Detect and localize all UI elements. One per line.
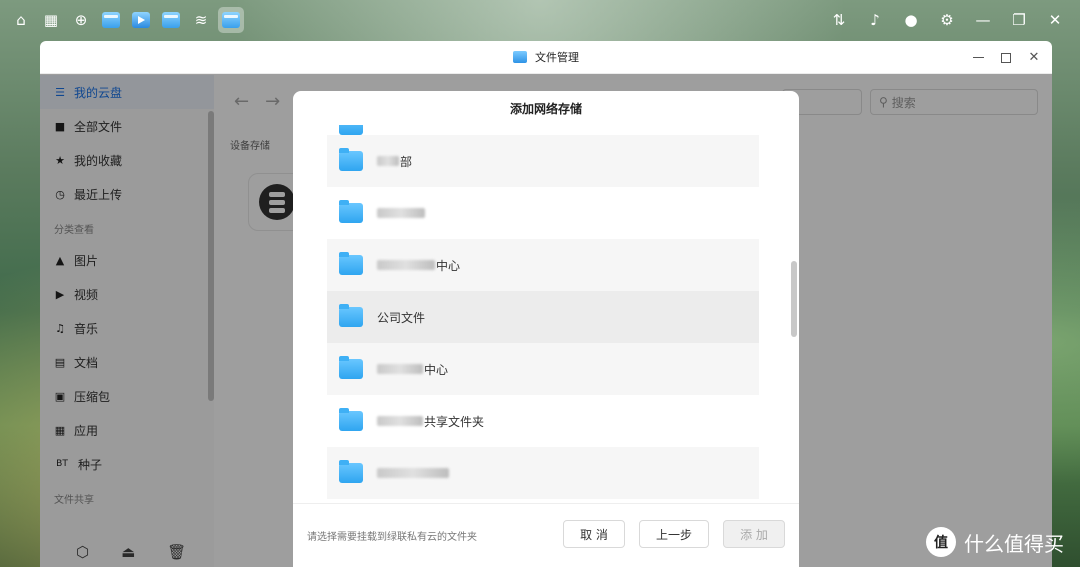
user-icon[interactable]: ● — [898, 7, 924, 33]
folder-icon — [339, 408, 363, 431]
video-app-icon[interactable] — [128, 7, 154, 33]
file-manager-icon — [513, 51, 527, 63]
dialog-title: 添加网络存储 — [509, 101, 582, 116]
close-desktop-icon[interactable]: ✕ — [1042, 7, 1068, 33]
folder-icon — [339, 460, 363, 483]
globe-icon[interactable]: ⊕ — [68, 7, 94, 33]
folder-row[interactable] — [327, 447, 759, 499]
taskbar: ⌂ ▦ ⊕ ≋ ⇅ ♪ ● ⚙ — ❐ ✕ — [0, 0, 1080, 40]
window-titlebar[interactable]: 文件管理 ✕ — [40, 41, 1052, 74]
folder-name: 中心 — [436, 258, 461, 273]
folder-row[interactable]: 中心 — [327, 343, 759, 395]
folder-icon — [339, 200, 363, 223]
folder-icon — [339, 148, 363, 171]
minimize-desktop-icon[interactable]: — — [970, 7, 996, 33]
wifi-app-icon[interactable]: ≋ — [188, 7, 214, 33]
dialog-footer: 请选择需要挂载到绿联私有云的文件夹 取 消 上一步 添 加 — [293, 503, 799, 567]
folder-list: 部 中心 公司文件 中心 共享文件夹 — [327, 125, 759, 505]
folder-row[interactable]: 部 — [327, 135, 759, 187]
folder-row[interactable]: 共享文件夹 — [327, 395, 759, 447]
folder-name: 部 — [400, 154, 413, 169]
minimize-button[interactable] — [972, 52, 984, 64]
file-app-icon[interactable] — [158, 7, 184, 33]
watermark-logo: 值 — [926, 527, 956, 557]
maximize-button[interactable] — [1000, 52, 1012, 64]
add-button[interactable]: 添 加 — [723, 520, 785, 548]
cancel-button[interactable]: 取 消 — [563, 520, 625, 548]
add-network-storage-dialog: 添加网络存储 部 中心 公司文件 中心 共享文件夹 请选择需要挂载到绿联私有云的… — [293, 91, 799, 567]
dialog-hint: 请选择需要挂载到绿联私有云的文件夹 — [307, 532, 477, 543]
home-icon[interactable]: ⌂ — [8, 7, 34, 33]
folder-row[interactable]: 公司文件 — [327, 291, 759, 343]
folder-name: 共享文件夹 — [424, 414, 485, 429]
folder-icon — [339, 356, 363, 379]
folder-row[interactable] — [327, 187, 759, 239]
folder-icon — [339, 125, 363, 135]
folder-name: 中心 — [424, 362, 449, 377]
restore-desktop-icon[interactable]: ❐ — [1006, 7, 1032, 33]
window-title: 文件管理 — [535, 51, 579, 64]
folder-icon — [339, 304, 363, 327]
watermark: 值 什么值得买 — [926, 527, 1064, 557]
watermark-text: 什么值得买 — [964, 531, 1064, 556]
close-button[interactable]: ✕ — [1028, 50, 1040, 65]
apps-grid-icon[interactable]: ▦ — [38, 7, 64, 33]
dialog-scrollbar[interactable] — [791, 261, 797, 337]
previous-step-button[interactable]: 上一步 — [639, 520, 709, 548]
folder-icon — [339, 252, 363, 275]
file-app-icon[interactable] — [98, 7, 124, 33]
folder-name: 公司文件 — [377, 310, 426, 325]
settings-icon[interactable]: ⚙ — [934, 7, 960, 33]
bell-icon[interactable]: ♪ — [862, 7, 888, 33]
transfer-icon[interactable]: ⇅ — [826, 7, 852, 33]
folder-row[interactable]: 中心 — [327, 239, 759, 291]
file-manager-app-icon[interactable] — [218, 7, 244, 33]
